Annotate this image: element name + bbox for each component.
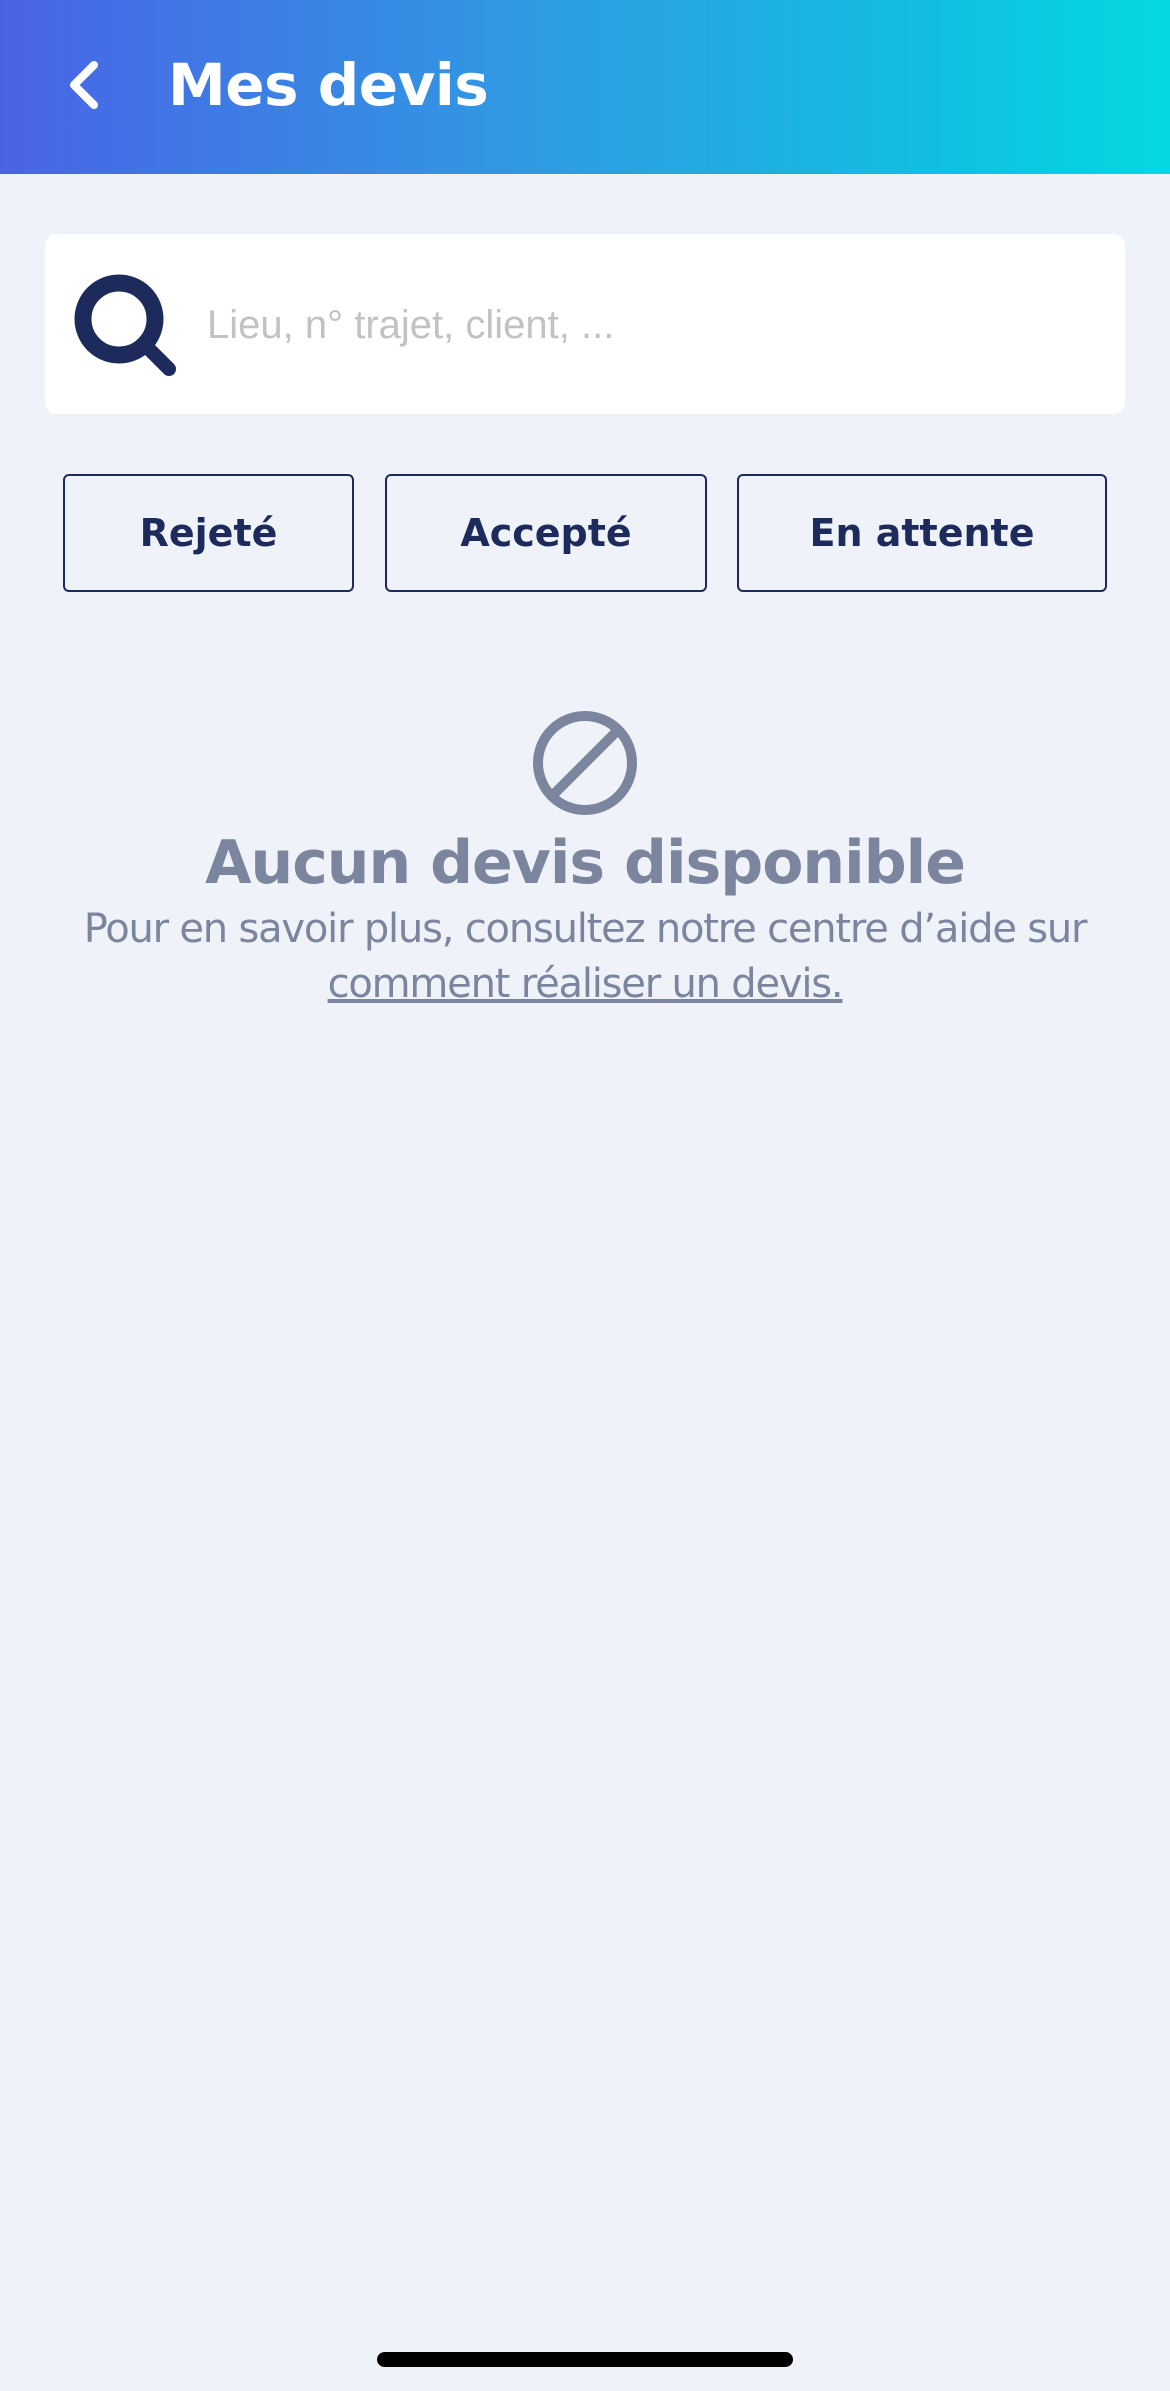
filter-rejected-button[interactable]: Rejeté — [63, 474, 354, 592]
filter-accepted-button[interactable]: Accepté — [385, 474, 707, 592]
home-indicator — [377, 2352, 793, 2367]
empty-state-text: Pour en savoir plus, consultez notre cen… — [0, 902, 1170, 1012]
empty-state-title: Aucun devis disponible — [205, 828, 966, 898]
search-icon — [74, 274, 176, 376]
back-button[interactable] — [40, 40, 130, 130]
search-bar[interactable] — [45, 234, 1125, 414]
page-title: Mes devis — [168, 51, 489, 119]
chevron-left-icon — [70, 61, 98, 109]
search-input[interactable] — [205, 274, 1099, 376]
help-center-link[interactable]: comment réaliser un devis. — [328, 961, 844, 1007]
empty-state-description: Pour en savoir plus, consultez notre cen… — [83, 906, 1088, 952]
prohibited-icon — [533, 711, 637, 815]
app-header: Mes devis — [0, 0, 1170, 174]
filter-pending-button[interactable]: En attente — [737, 474, 1107, 592]
